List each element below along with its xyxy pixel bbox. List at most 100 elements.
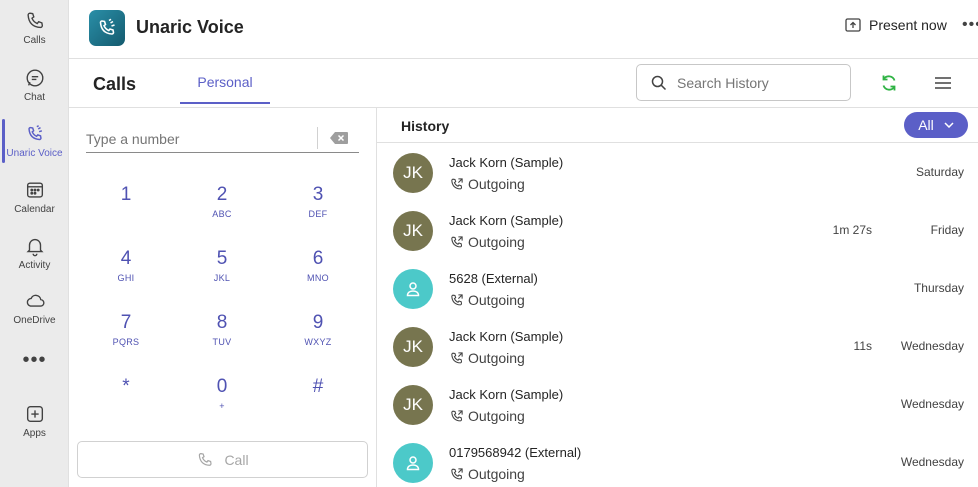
call-day: Saturday bbox=[915, 165, 964, 179]
direction-label: Outgoing bbox=[468, 350, 525, 366]
dial-digit: 0 bbox=[216, 376, 228, 397]
outgoing-call-icon bbox=[451, 467, 463, 479]
rail-item-label: OneDrive bbox=[13, 315, 56, 326]
caller-name: 0179568942 (External) bbox=[449, 445, 582, 460]
dial-key-6[interactable]: 6 MNO bbox=[278, 248, 358, 298]
filter-dropdown[interactable]: All bbox=[904, 112, 968, 138]
rail-item-apps[interactable]: Apps bbox=[0, 397, 69, 447]
history-row[interactable]: JK Jack Korn (Sample) Outgoing 1m 27s Friday bbox=[377, 201, 978, 259]
avatar-initials: JK bbox=[403, 221, 423, 240]
rail-item-chat[interactable]: Chat bbox=[0, 61, 69, 111]
search-input[interactable] bbox=[677, 74, 837, 91]
more-options-icon[interactable]: ••• bbox=[962, 16, 978, 34]
backspace-icon bbox=[329, 132, 348, 144]
menu-button[interactable] bbox=[934, 75, 952, 96]
person-icon bbox=[406, 282, 420, 297]
dial-key-4[interactable]: 4 GHI bbox=[86, 248, 166, 298]
history-row[interactable]: JK Jack Korn (Sample) Outgoing 11s Wednesday bbox=[377, 317, 978, 375]
call-duration: 11s bbox=[853, 339, 872, 353]
dial-letters: PQRS bbox=[112, 337, 140, 347]
unaric-voice-logo bbox=[89, 10, 125, 46]
dial-key-5[interactable]: 5 JKL bbox=[182, 248, 262, 298]
rail-item-onedrive[interactable]: OneDrive bbox=[0, 284, 69, 334]
dial-key-8[interactable]: 8 TUV bbox=[182, 312, 262, 362]
dial-key-star[interactable]: * bbox=[86, 376, 166, 426]
call-direction: Outgoing bbox=[449, 292, 525, 308]
direction-label: Outgoing bbox=[468, 234, 525, 250]
unaric-voice-icon bbox=[27, 125, 42, 141]
avatar: JK bbox=[393, 385, 433, 425]
direction-label: Outgoing bbox=[468, 466, 525, 482]
top-bar: Unaric Voice Present now ••• bbox=[69, 0, 978, 59]
dial-digit: 8 bbox=[216, 312, 228, 333]
dial-key-2[interactable]: 2 ABC bbox=[182, 184, 262, 234]
app-rail: Calls Chat Unaric Voice Calendar Activit… bbox=[0, 0, 69, 487]
outgoing-call-icon bbox=[451, 177, 463, 189]
dial-digit: 9 bbox=[312, 312, 324, 333]
calls-subheader: Calls Personal bbox=[69, 59, 978, 108]
dial-digit: 3 bbox=[312, 184, 324, 205]
tab-personal[interactable]: Personal bbox=[180, 59, 270, 104]
history-row[interactable]: 0179568942 (External) Outgoing Wednesday bbox=[377, 433, 978, 487]
dial-letters: MNO bbox=[307, 273, 329, 283]
dial-key-hash[interactable]: # bbox=[278, 376, 358, 426]
dial-digit: 5 bbox=[216, 248, 228, 269]
dial-letters: JKL bbox=[213, 273, 231, 283]
call-button[interactable]: Call bbox=[77, 441, 368, 478]
call-day: Wednesday bbox=[900, 455, 964, 469]
rail-item-activity[interactable]: Activity bbox=[0, 229, 69, 279]
rail-item-label: Apps bbox=[23, 428, 46, 439]
dial-key-3[interactable]: 3 DEF bbox=[278, 184, 358, 234]
refresh-icon bbox=[882, 75, 896, 91]
call-direction: Outgoing bbox=[449, 234, 525, 250]
dial-key-0[interactable]: 0 + bbox=[182, 376, 262, 426]
app-title: Unaric Voice bbox=[136, 17, 244, 37]
caller-name: 5628 (External) bbox=[449, 271, 538, 286]
history-row[interactable]: JK Jack Korn (Sample) Outgoing Wednesday bbox=[377, 375, 978, 433]
number-input[interactable] bbox=[86, 125, 306, 153]
rail-item-calls[interactable]: Calls bbox=[0, 4, 69, 54]
avatar-initials: JK bbox=[403, 337, 423, 356]
present-now-button[interactable]: Present now bbox=[845, 17, 947, 33]
person-icon bbox=[406, 456, 420, 471]
rail-item-label: Calendar bbox=[14, 204, 55, 215]
call-day: Friday bbox=[930, 223, 964, 237]
call-day: Thursday bbox=[913, 281, 964, 295]
history-row[interactable]: JK Jack Korn (Sample) Outgoing Saturday bbox=[377, 143, 978, 201]
caller-name: Jack Korn (Sample) bbox=[449, 155, 564, 170]
outgoing-call-icon bbox=[451, 351, 463, 363]
dial-digit: 1 bbox=[120, 184, 132, 205]
backspace-button[interactable] bbox=[317, 127, 359, 149]
search-icon bbox=[651, 75, 667, 90]
outgoing-call-icon bbox=[451, 235, 463, 247]
rail-item-calendar[interactable]: Calendar bbox=[0, 173, 69, 223]
avatar bbox=[393, 269, 433, 309]
history-row[interactable]: 5628 (External) Outgoing Thursday bbox=[377, 259, 978, 317]
history-title: History bbox=[401, 118, 450, 134]
dial-letters: ABC bbox=[212, 209, 232, 219]
dial-letters: TUV bbox=[212, 337, 232, 347]
call-direction: Outgoing bbox=[449, 466, 525, 482]
phone-icon bbox=[199, 452, 213, 466]
avatar bbox=[393, 443, 433, 483]
dial-key-9[interactable]: 9 WXYZ bbox=[278, 312, 358, 362]
history-panel: History All JK Jack Korn (Sample) Outgoing… bbox=[377, 108, 978, 487]
dial-key-1[interactable]: 1 bbox=[86, 184, 166, 234]
hamburger-icon bbox=[935, 77, 951, 89]
calendar-icon bbox=[26, 182, 43, 198]
dialpad-panel: 1 2 ABC 3 DEF 4 GHI 5 JKL 6 MNO 7 PQRS 8 TUV 9 W… bbox=[69, 108, 377, 487]
dial-key-7[interactable]: 7 PQRS bbox=[86, 312, 166, 362]
search-history-box[interactable] bbox=[636, 64, 851, 101]
dial-digit: 6 bbox=[312, 248, 324, 269]
caller-name: Jack Korn (Sample) bbox=[449, 213, 564, 228]
outgoing-call-icon bbox=[451, 409, 463, 421]
phone-logo-icon bbox=[99, 18, 115, 35]
rail-item-unaric-voice[interactable]: Unaric Voice bbox=[0, 117, 69, 167]
avatar: JK bbox=[393, 211, 433, 251]
history-header: History All bbox=[377, 108, 978, 143]
add-apps-icon bbox=[26, 405, 43, 423]
rail-more-icon[interactable]: ••• bbox=[0, 346, 69, 374]
bell-icon bbox=[25, 238, 44, 257]
refresh-button[interactable] bbox=[879, 73, 899, 98]
chat-icon bbox=[26, 69, 43, 87]
